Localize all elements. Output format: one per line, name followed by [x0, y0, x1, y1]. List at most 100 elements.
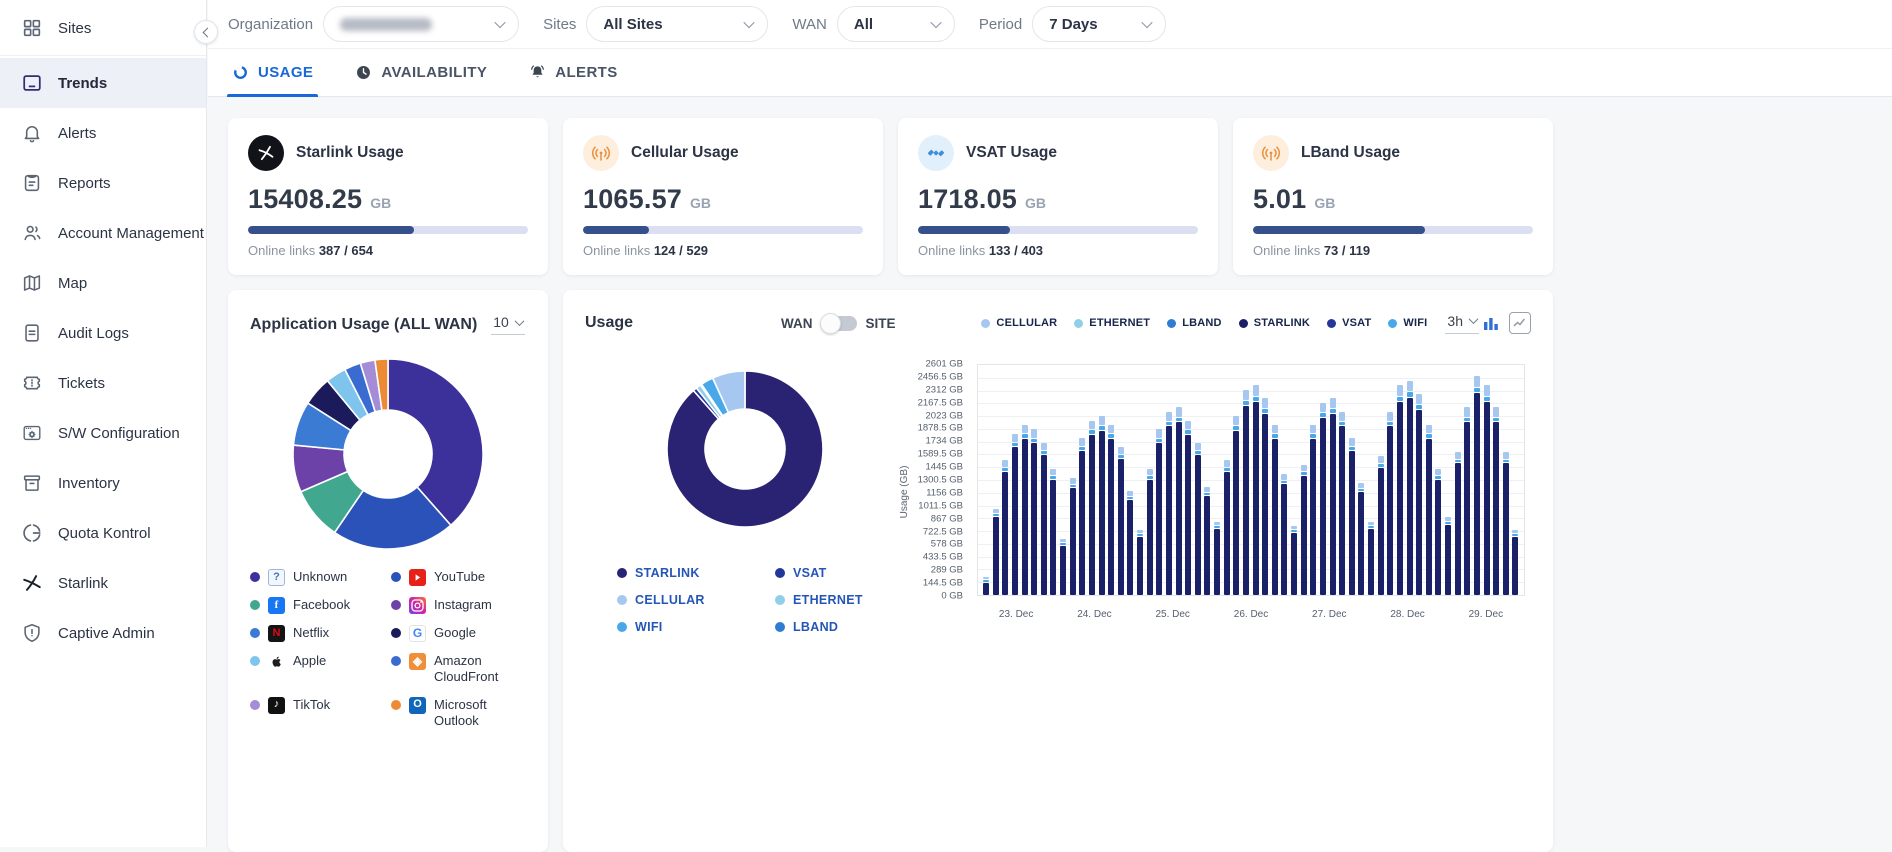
bar-segment-starlink: [1397, 402, 1403, 595]
tab-usage[interactable]: USAGE: [232, 49, 313, 96]
sidebar-item-starlink[interactable]: Starlink: [0, 558, 206, 608]
app-legend-item-instagram[interactable]: Instagram: [391, 597, 526, 614]
wan-legend-item-wifi[interactable]: WIFI: [617, 620, 775, 634]
toggle-track: [822, 316, 857, 331]
legend-label: YouTube: [434, 569, 485, 585]
organization-select[interactable]: [323, 6, 519, 42]
sidebar-item-label: Tickets: [58, 375, 105, 392]
app-legend-item-youtube[interactable]: YouTube: [391, 569, 526, 586]
bar-segment-wifi: [1387, 422, 1393, 426]
bar-segment-wifi: [1166, 422, 1172, 426]
wan-legend-item-starlink[interactable]: STARLINK: [617, 566, 775, 580]
sidebar-item-map[interactable]: Map: [0, 258, 206, 308]
bar-segment-starlink: [1310, 439, 1316, 595]
line-chart-icon[interactable]: [1509, 312, 1531, 334]
bar-segment-wifi: [1185, 430, 1191, 433]
interval-select[interactable]: 3h: [1445, 313, 1479, 334]
top-n-select[interactable]: 10: [491, 314, 525, 335]
usage-bar: [1050, 365, 1056, 595]
app-legend-item-tiktok[interactable]: ♪TikTok: [250, 697, 385, 730]
card-title: Starlink Usage: [296, 144, 404, 162]
application-usage-donut-chart: [283, 349, 493, 559]
sidebar-item-trends[interactable]: Trends: [0, 58, 206, 108]
netflix-icon: N: [268, 625, 285, 642]
series-legend-item-wifi[interactable]: WIFI: [1388, 317, 1427, 329]
bar-segment-starlink: [1301, 476, 1307, 595]
bar-segment-cellular: [1301, 465, 1307, 471]
series-legend-item-lband[interactable]: LBAND: [1167, 317, 1222, 329]
wan-legend-item-lband[interactable]: LBAND: [775, 620, 933, 634]
sidebar-item-reports[interactable]: Reports: [0, 158, 206, 208]
panels-row: Application Usage (ALL WAN) 10 ?UnknownY…: [228, 290, 1892, 852]
sidebar-item-audit-logs[interactable]: Audit Logs: [0, 308, 206, 358]
usage-bar: [1281, 365, 1287, 595]
progress-fill: [1253, 226, 1425, 234]
bar-segment-cellular: [1426, 425, 1432, 433]
chart-type-switch: [1483, 312, 1531, 334]
wan-site-toggle[interactable]: WAN SITE: [781, 316, 896, 331]
tab-availability[interactable]: AVAILABILITY: [355, 49, 487, 96]
tab-alerts[interactable]: ALERTS: [529, 49, 617, 96]
bar-segment-cellular: [1041, 443, 1047, 451]
series-legend-item-starlink[interactable]: STARLINK: [1239, 317, 1310, 329]
series-legend-item-cellular[interactable]: CELLULAR: [981, 317, 1057, 329]
bar-segment-starlink: [1195, 455, 1201, 595]
sidebar-item-quota-kontrol[interactable]: Quota Kontrol: [0, 508, 206, 558]
app-legend-item-facebook[interactable]: fFacebook: [250, 597, 385, 614]
wan-legend-item-cellular[interactable]: CELLULAR: [617, 593, 775, 607]
bar-segment-wifi: [1484, 397, 1490, 401]
sidebar-item-account-management[interactable]: Account Management: [0, 208, 206, 258]
bar-segment-wifi: [1079, 447, 1085, 450]
bar-segment-wifi: [1358, 489, 1364, 491]
app-legend-item-amazon-cloudfront[interactable]: ◈Amazon CloudFront: [391, 653, 526, 686]
sidebar-item-label: Reports: [58, 175, 111, 192]
sidebar-item-sites[interactable]: Sites: [0, 3, 206, 53]
sidebar-collapse-button[interactable]: [194, 20, 218, 44]
period-select[interactable]: 7 Days: [1032, 6, 1166, 42]
sidebar-item-tickets[interactable]: Tickets: [0, 358, 206, 408]
bar-segment-starlink: [1214, 529, 1220, 595]
bar-segment-wifi: [1455, 460, 1461, 463]
bar-segment-cellular: [1445, 517, 1451, 521]
bar-segment-cellular: [1503, 452, 1509, 459]
usage-bar: [1137, 365, 1143, 595]
usage-bar: [1455, 365, 1461, 595]
card-header: LBand Usage: [1253, 135, 1533, 171]
legend-dot: [1239, 319, 1248, 328]
sidebar-item-alerts[interactable]: Alerts: [0, 108, 206, 158]
series-legend-item-ethernet[interactable]: ETHERNET: [1074, 317, 1150, 329]
bar-chart-icon[interactable]: [1483, 315, 1499, 331]
usage-bar: [1378, 365, 1384, 595]
application-usage-panel: Application Usage (ALL WAN) 10 ?UnknownY…: [228, 290, 548, 852]
app-legend-item-google[interactable]: GGoogle: [391, 625, 526, 642]
bar-segment-cellular: [1050, 469, 1056, 475]
bar-segment-wifi: [1070, 485, 1076, 487]
series-legend-item-vsat[interactable]: VSAT: [1327, 317, 1371, 329]
usage-unit: GB: [1025, 195, 1046, 211]
bar-segment-wifi: [1233, 426, 1239, 430]
bar-segment-starlink: [1060, 546, 1066, 595]
bar-segment-cellular: [1224, 460, 1230, 467]
bar-segment-wifi: [1291, 530, 1297, 532]
app-legend-item-unknown[interactable]: ?Unknown: [250, 569, 385, 586]
sidebar-item-s-w-configuration[interactable]: S/W Configuration: [0, 408, 206, 458]
app-legend-item-apple[interactable]: Apple: [250, 653, 385, 686]
app-legend-item-netflix[interactable]: NNetflix: [250, 625, 385, 642]
sites-select[interactable]: All Sites: [586, 6, 768, 42]
sidebar-item-captive-admin[interactable]: Captive Admin: [0, 608, 206, 658]
app-legend-item-microsoft-outlook[interactable]: OMicrosoft Outlook: [391, 697, 526, 730]
usage-bar: [1358, 365, 1364, 595]
bar-segment-wifi: [1320, 413, 1326, 417]
usage-bar: [1397, 365, 1403, 595]
wan-select[interactable]: All: [837, 6, 955, 42]
usage-bar: [1291, 365, 1297, 595]
bar-segment-cellular: [1002, 460, 1008, 467]
bar-segment-starlink: [1224, 472, 1230, 595]
bar-segment-starlink: [993, 517, 999, 595]
usage-bar: [1484, 365, 1490, 595]
bar-segment-cellular: [1310, 425, 1316, 433]
bar-segment-cellular: [1156, 429, 1162, 437]
legend-dot: [250, 628, 260, 638]
tab-label: ALERTS: [555, 64, 617, 81]
sidebar-item-inventory[interactable]: Inventory: [0, 458, 206, 508]
